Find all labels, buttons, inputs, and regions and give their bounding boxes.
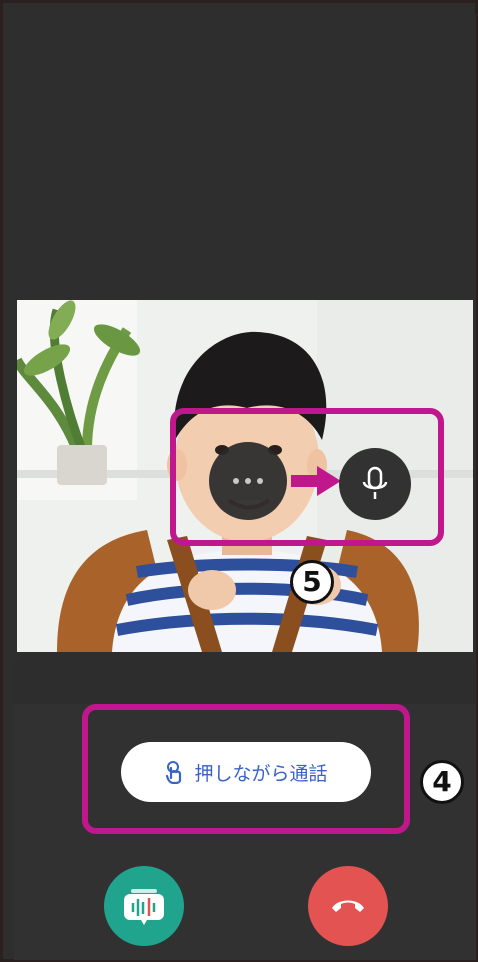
hangup-button[interactable] <box>308 866 388 946</box>
touch-hand-icon <box>166 761 182 784</box>
push-to-talk-button[interactable]: 押しながら通話 <box>121 742 371 802</box>
device-frame: 5 押しながら通話 4 <box>0 0 478 962</box>
phone-hangup-icon <box>332 900 364 912</box>
audio-bubble-icon <box>124 889 164 925</box>
callout-number-5: 5 <box>290 560 334 604</box>
video-bottom-strip <box>14 660 476 706</box>
callout-number-4: 4 <box>420 760 464 804</box>
call-screen: 5 押しながら通話 4 <box>14 14 476 960</box>
push-to-talk-label: 押しながら通話 <box>194 762 328 785</box>
transcribe-button[interactable] <box>104 866 184 946</box>
callout-frame-5 <box>170 408 444 546</box>
